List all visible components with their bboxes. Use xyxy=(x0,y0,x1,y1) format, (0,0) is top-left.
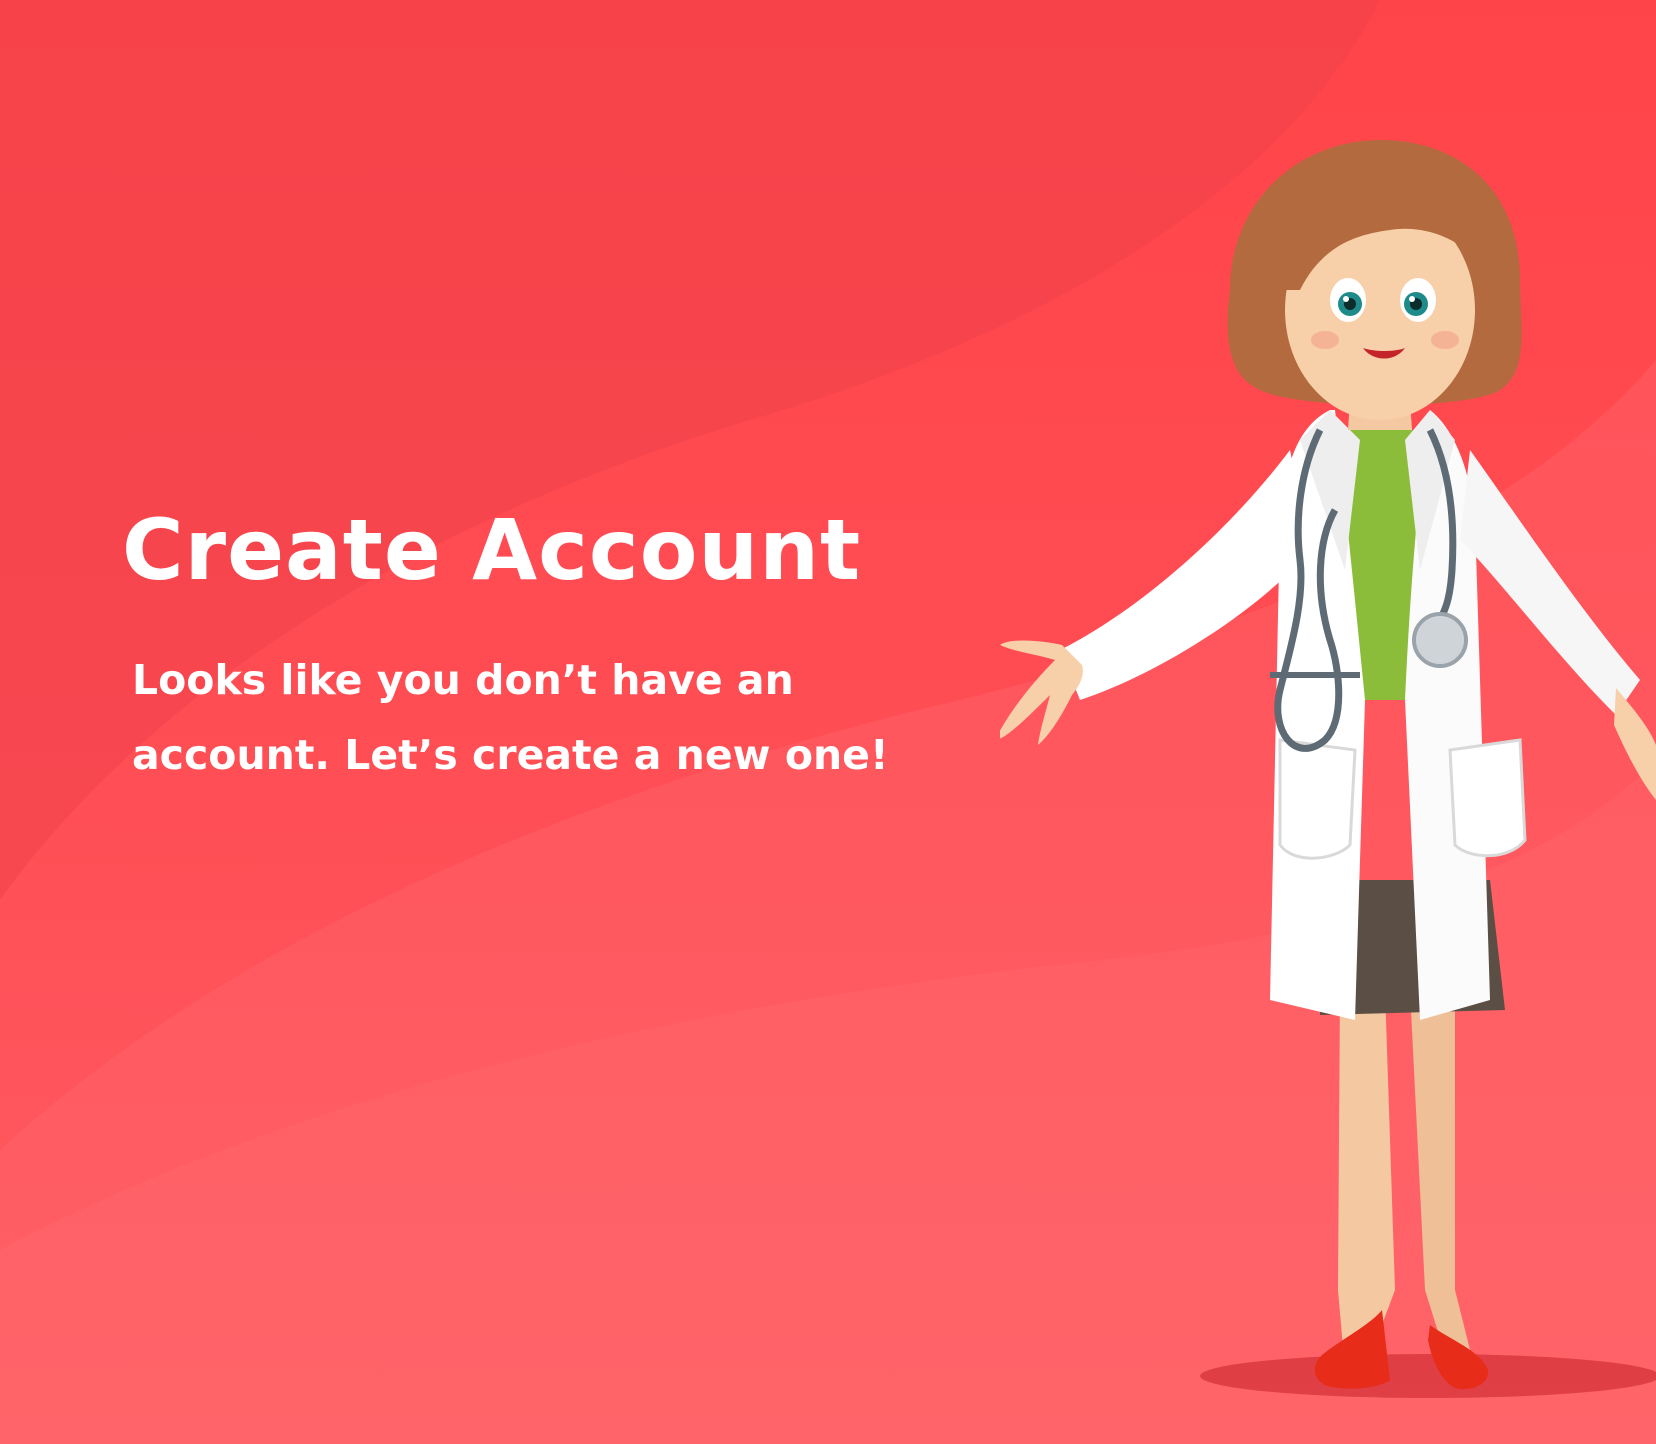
right-leg xyxy=(1410,990,1475,1370)
left-leg xyxy=(1338,990,1395,1370)
right-hand xyxy=(1614,688,1656,800)
right-pocket xyxy=(1448,738,1527,858)
left-arm xyxy=(1060,450,1310,700)
left-hand xyxy=(1000,640,1083,745)
page-title: Create Account xyxy=(122,501,862,599)
doctor-illustration-icon xyxy=(1000,140,1656,1398)
subtitle-line-2: account. Let’s create a new one! xyxy=(132,731,889,779)
create-account-screen: Create Account Looks like you don’t have… xyxy=(0,0,1656,1444)
stethoscope-chestpiece xyxy=(1412,612,1468,668)
floor-shadow xyxy=(1200,1354,1656,1398)
page-subtitle: Looks like you don’t have an account. Le… xyxy=(132,643,992,793)
left-pocket xyxy=(1278,738,1357,860)
subtitle-line-1: Looks like you don’t have an xyxy=(132,656,794,704)
right-arm xyxy=(1460,450,1640,715)
